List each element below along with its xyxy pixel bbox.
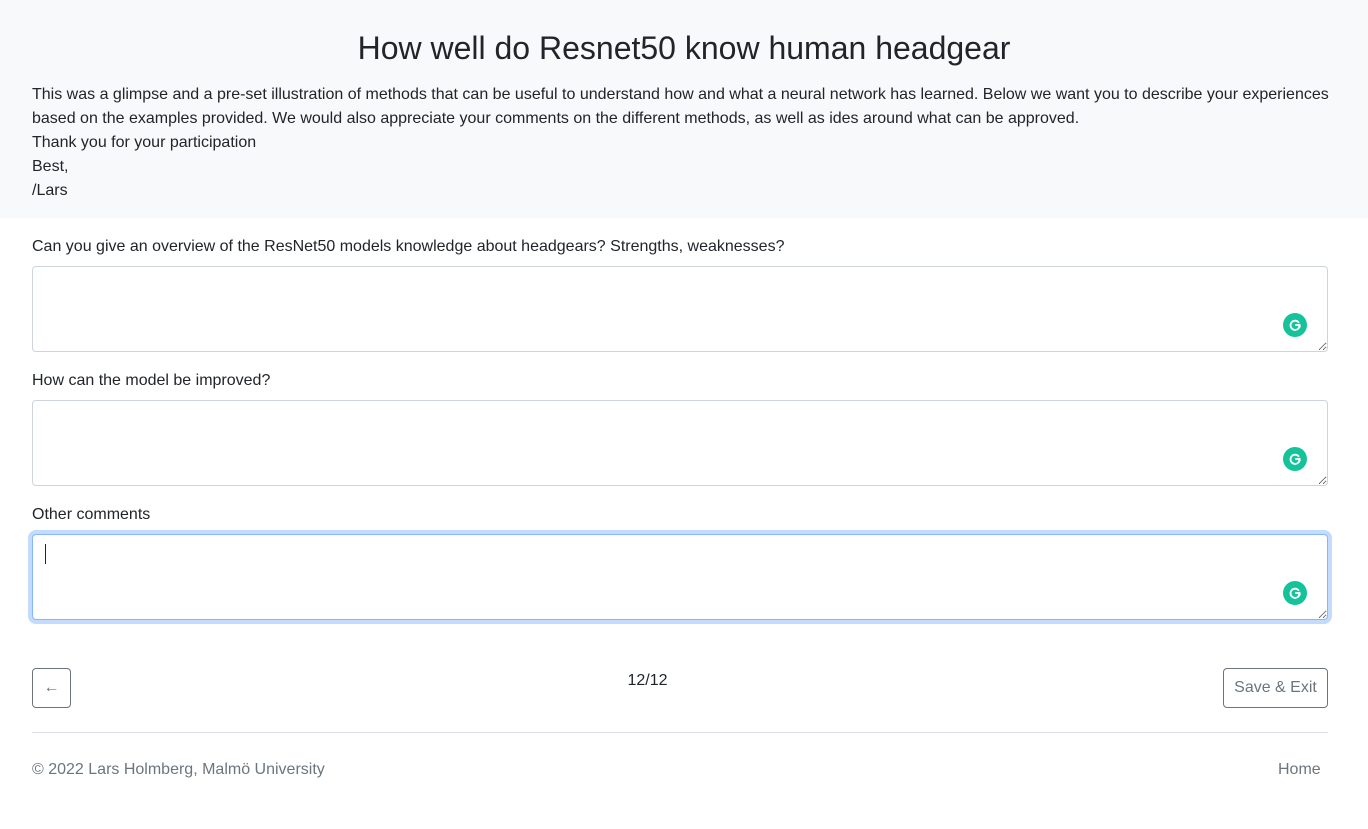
- footer-divider: [32, 732, 1328, 733]
- home-link[interactable]: Home: [1270, 758, 1329, 782]
- question-1-textarea[interactable]: [32, 266, 1328, 352]
- text-cursor: [45, 544, 46, 564]
- grammarly-icon[interactable]: [1283, 581, 1307, 605]
- page-header: How well do Resnet50 know human headgear…: [0, 0, 1368, 218]
- intro-thanks: Thank you for your participation: [32, 134, 257, 151]
- question-2-label: How can the model be improved?: [32, 372, 271, 389]
- footer-copyright: © 2022 Lars Holmberg, Malmö University: [32, 761, 325, 778]
- grammarly-icon[interactable]: [1283, 313, 1307, 337]
- intro-signature: /Lars: [32, 182, 68, 199]
- intro-paragraph: This was a glimpse and a pre-set illustr…: [32, 86, 1329, 127]
- grammarly-icon[interactable]: [1283, 447, 1307, 471]
- question-2-field-wrap: [32, 400, 1328, 486]
- question-1-label: Can you give an overview of the ResNet50…: [32, 238, 785, 255]
- intro-text: This was a glimpse and a pre-set illustr…: [32, 83, 1337, 203]
- page-title: How well do Resnet50 know human headgear: [357, 30, 1011, 66]
- question-2-textarea[interactable]: [32, 400, 1328, 486]
- question-1-field-wrap: [32, 266, 1328, 352]
- intro-closing: Best,: [32, 158, 69, 175]
- save-exit-button[interactable]: Save & Exit: [1223, 668, 1328, 708]
- question-3-label: Other comments: [32, 506, 151, 523]
- page-counter: 12/12: [627, 672, 668, 689]
- question-3-textarea[interactable]: [32, 534, 1328, 620]
- question-3-field-wrap: [32, 534, 1328, 620]
- back-button[interactable]: ←: [32, 668, 71, 708]
